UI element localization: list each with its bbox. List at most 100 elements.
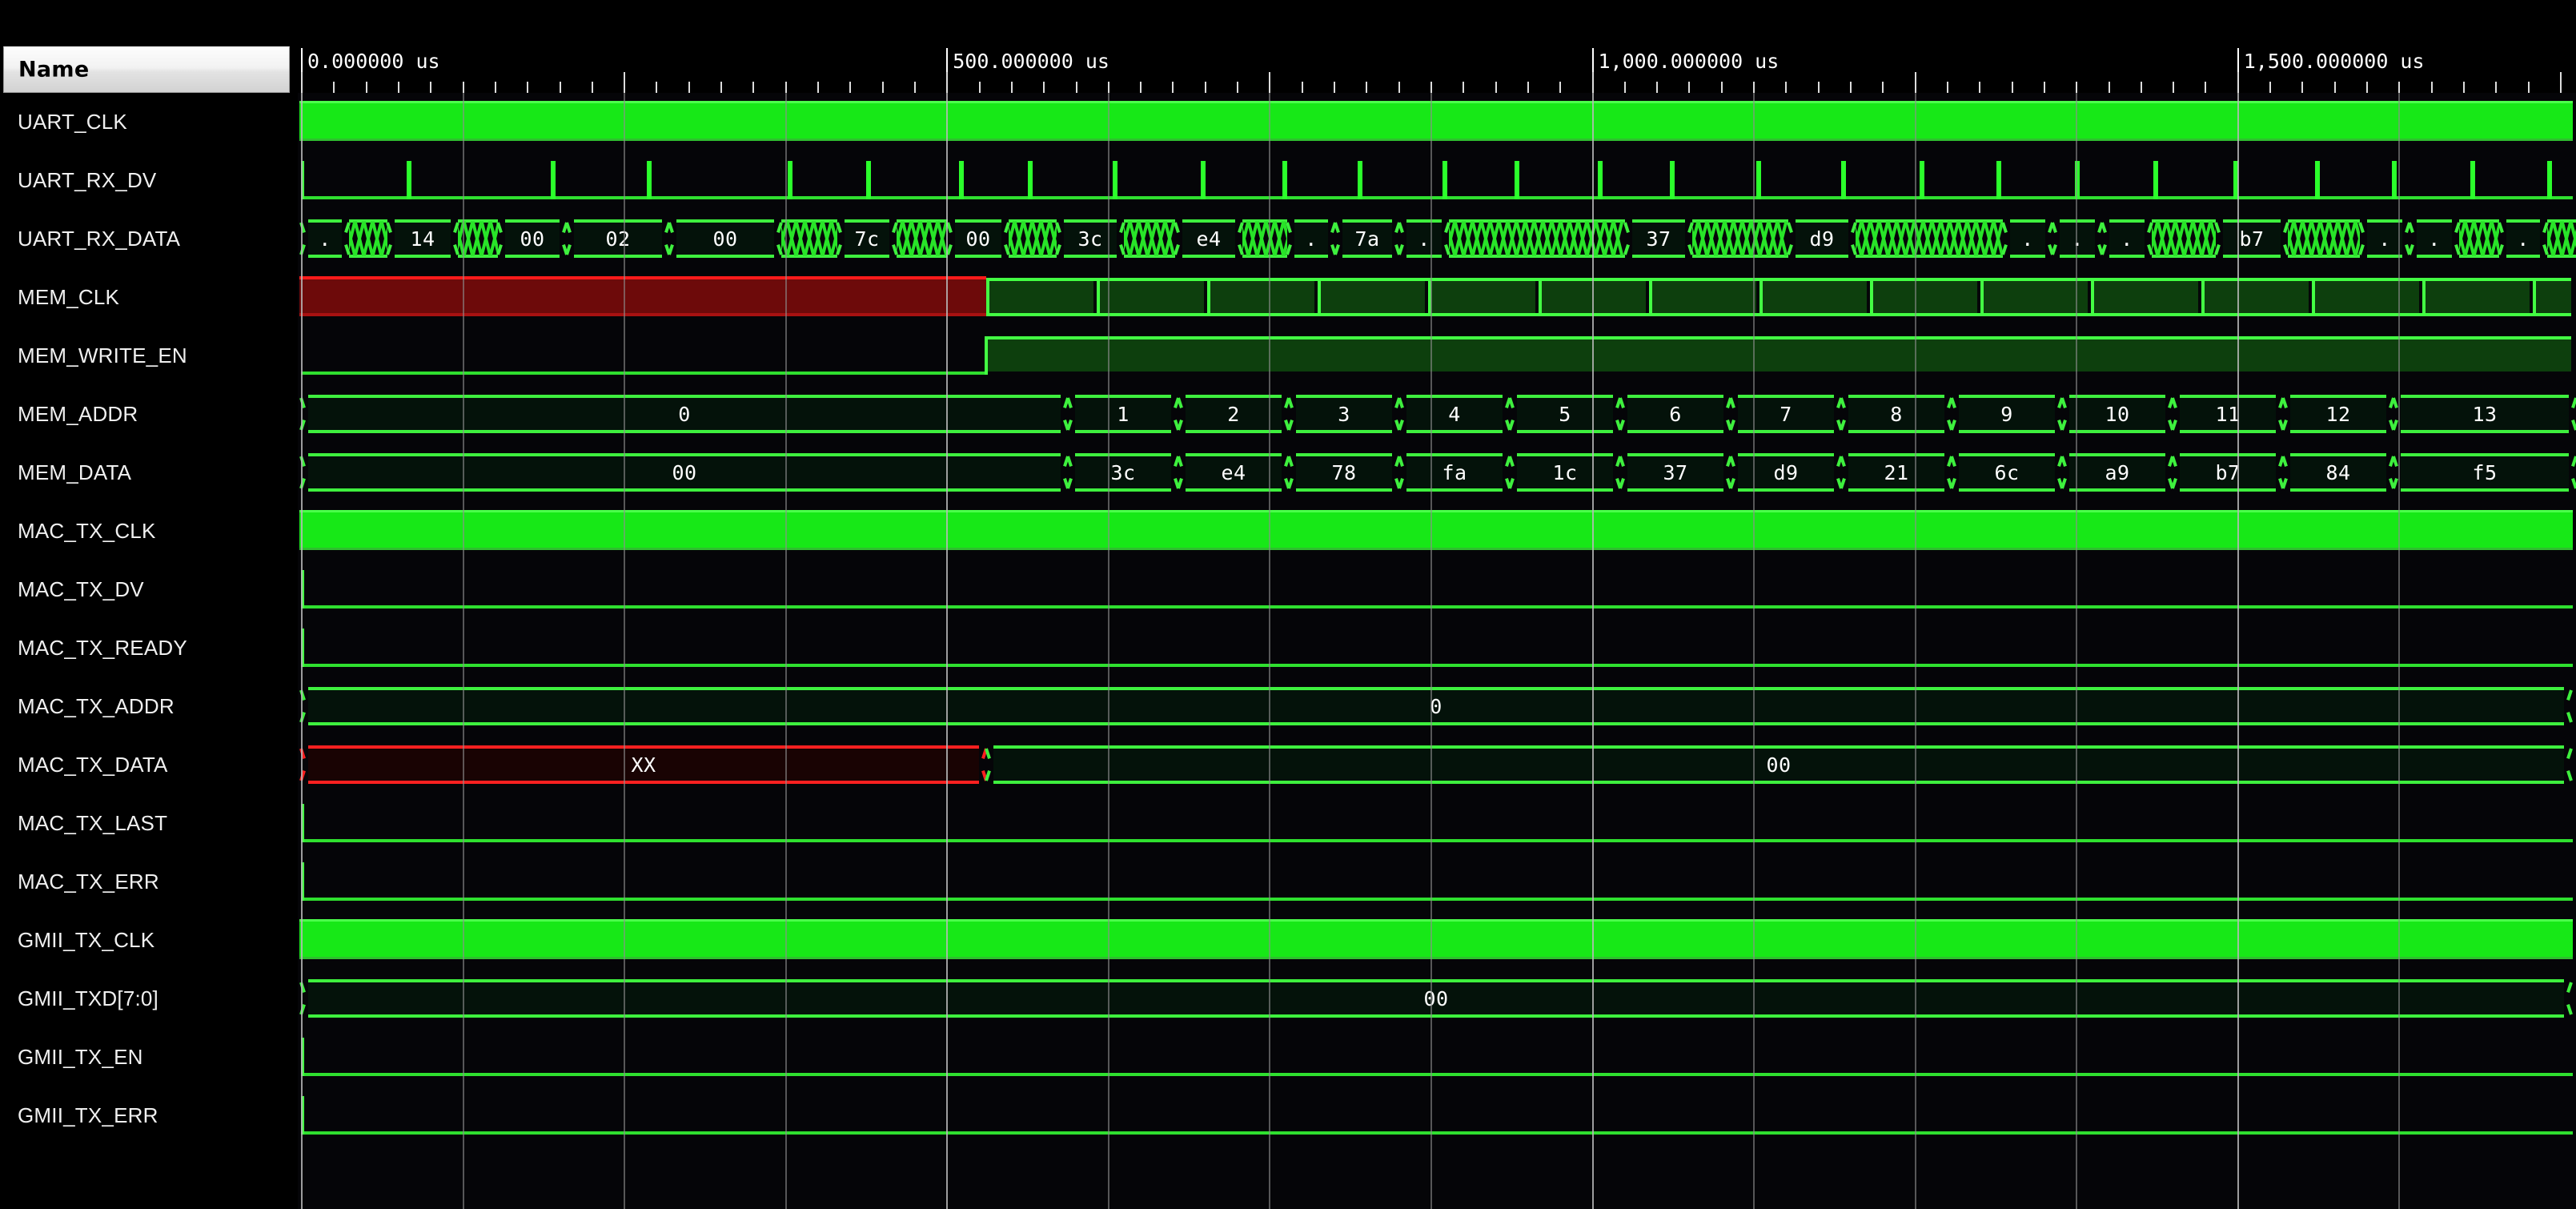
bus-segment[interactable]: . (301, 219, 349, 258)
bus-segment[interactable]: f5 (2393, 453, 2576, 492)
waveform-row[interactable]: 00 3c e4 78 fa 1c 37 d9 21 6c a9 b7 84 f5 (298, 444, 2576, 502)
signal-name-row[interactable]: MAC_TX_ADDR (0, 677, 298, 736)
bus-segment[interactable]: . (2360, 219, 2409, 258)
waveform-row[interactable]: . 14 00 02 00 7c 00 3c e4. 7a. 37 d9... b7... (298, 210, 2576, 268)
bus-segment[interactable]: 7c (837, 219, 897, 258)
bus-segment[interactable]: 10 (2062, 395, 2173, 433)
bus-segment[interactable]: 1c (1510, 453, 1620, 492)
signal-name-row[interactable]: MAC_TX_DATA (0, 736, 298, 794)
bus-segment[interactable]: fa (1399, 453, 1510, 492)
bus-segment[interactable]: 0 (301, 395, 1068, 433)
signal-name-row[interactable]: MEM_ADDR (0, 385, 298, 444)
bus-segment[interactable]: . (2499, 219, 2547, 258)
name-column-header[interactable]: Name (3, 46, 290, 93)
waveform-row[interactable] (298, 853, 2576, 911)
time-tick (1817, 82, 1820, 93)
bus-segment[interactable]: b7 (2173, 453, 2283, 492)
signal-name-label: MAC_TX_LAST (18, 811, 168, 835)
signal-name-row[interactable]: UART_CLK (0, 93, 298, 151)
bus-segment[interactable]: 13 (2393, 395, 2576, 433)
bus-segment[interactable]: 7 (1731, 395, 1841, 433)
bus-segment[interactable]: 37 (1625, 219, 1692, 258)
waveform-row[interactable] (298, 1086, 2576, 1145)
waveform-row[interactable] (298, 93, 2576, 151)
waveform-canvas[interactable]: 0.000000 us 500.000000 us 1,000.000000 us 1… (298, 0, 2576, 1209)
bus-segment[interactable]: 2 (1178, 395, 1289, 433)
waveform-row[interactable]: 0 1 2 3 4 5 6 7 8 9 10 11 12 13 (298, 385, 2576, 444)
waveform-row[interactable]: 00 (298, 970, 2576, 1028)
bus-segment[interactable]: b7 (2216, 219, 2288, 258)
signal-name-row[interactable]: MAC_TX_ERR (0, 853, 298, 911)
bus-segment[interactable]: . (1287, 219, 1335, 258)
bus-segment[interactable]: e4 (1175, 219, 1242, 258)
bus-segment[interactable]: 12 (2283, 395, 2393, 433)
bus-segment[interactable]: 37 (1620, 453, 1731, 492)
waveform-row[interactable] (298, 151, 2576, 210)
signal-name-row[interactable]: GMII_TX_EN (0, 1028, 298, 1086)
bus-segment[interactable]: 11 (2173, 395, 2283, 433)
waveform-row[interactable]: 0 (298, 677, 2576, 736)
signal-name-row[interactable]: MEM_WRITE_EN (0, 327, 298, 385)
waveform-row[interactable] (298, 560, 2576, 619)
bus-segment[interactable]: 3c (1057, 219, 1124, 258)
bus-segment[interactable]: 0 (301, 687, 2571, 725)
bus-segment[interactable]: e4 (1178, 453, 1289, 492)
bus-segment[interactable]: 00 (301, 979, 2571, 1018)
time-ruler[interactable]: 0.000000 us 500.000000 us 1,000.000000 us 1… (298, 46, 2576, 93)
waveform-row[interactable] (298, 794, 2576, 853)
bus-segment[interactable]: . (2052, 219, 2102, 258)
bus-segment[interactable]: 5 (1510, 395, 1620, 433)
bus-segment[interactable]: 3 (1289, 395, 1399, 433)
bus-segment[interactable]: XX (301, 745, 986, 784)
signal-name-row[interactable]: MAC_TX_LAST (0, 794, 298, 853)
signal-name-row[interactable]: GMII_TXD[7:0] (0, 970, 298, 1028)
bus-segment[interactable]: 00 (986, 745, 2571, 784)
waveform-row[interactable] (298, 327, 2576, 385)
waveform-row[interactable] (298, 1028, 2576, 1086)
bus-segment[interactable]: a9 (2062, 453, 2173, 492)
bus-segment[interactable]: d9 (1788, 219, 1856, 258)
bus-segment[interactable]: 14 (387, 219, 458, 258)
bus-segment[interactable]: 6 (1620, 395, 1731, 433)
waveform-row[interactable]: XX 00 (298, 736, 2576, 794)
bus-segment[interactable]: . (2409, 219, 2459, 258)
signal-name-row[interactable]: GMII_TX_ERR (0, 1086, 298, 1145)
signal-name-row[interactable]: UART_RX_DV (0, 151, 298, 210)
signal-name-row[interactable]: MEM_CLK (0, 268, 298, 327)
bus-segment[interactable]: . (1399, 219, 1449, 258)
signal-name-label: UART_RX_DATA (18, 227, 181, 251)
signal-name-row[interactable]: MEM_DATA (0, 444, 298, 502)
bus-segment[interactable]: 9 (1952, 395, 2062, 433)
bus-segment[interactable]: . (2003, 219, 2052, 258)
bus-value-label: 84 (2325, 460, 2351, 484)
bus-segment[interactable]: 3c (1068, 453, 1178, 492)
bus-segment[interactable]: . (2102, 219, 2152, 258)
bus-segment[interactable]: 78 (1289, 453, 1399, 492)
signal-name-row[interactable]: MAC_TX_READY (0, 619, 298, 677)
bus-segment[interactable]: 00 (498, 219, 567, 258)
bus-segment[interactable]: 84 (2283, 453, 2393, 492)
bus-segment[interactable]: 02 (567, 219, 669, 258)
clock-edge (1759, 278, 1763, 316)
bus-segment[interactable]: 7a (1335, 219, 1399, 258)
bus-segment[interactable]: 4 (1399, 395, 1510, 433)
bus-rapid-transitions (1692, 219, 1788, 258)
bus-segment[interactable]: 6c (1952, 453, 2062, 492)
waveform-row[interactable] (298, 911, 2576, 970)
bus-segment[interactable]: 21 (1841, 453, 1952, 492)
bus-segment[interactable]: 00 (301, 453, 1068, 492)
signal-name-row[interactable]: MAC_TX_CLK (0, 502, 298, 560)
waveform-row[interactable] (298, 619, 2576, 677)
waveform-row[interactable] (298, 268, 2576, 327)
bus-segment[interactable]: 00 (669, 219, 781, 258)
bus-segment[interactable]: 1 (1068, 395, 1178, 433)
bus-value-label: . (2378, 227, 2391, 251)
bus-segment[interactable]: 8 (1841, 395, 1952, 433)
signal-name-row[interactable]: GMII_TX_CLK (0, 911, 298, 970)
bus-segment[interactable]: 00 (948, 219, 1009, 258)
signal-name-row[interactable]: MAC_TX_DV (0, 560, 298, 619)
bus-segment[interactable]: d9 (1731, 453, 1841, 492)
waveform-row[interactable] (298, 502, 2576, 560)
signal-name-row[interactable]: UART_RX_DATA (0, 210, 298, 268)
time-tick (1140, 82, 1142, 93)
